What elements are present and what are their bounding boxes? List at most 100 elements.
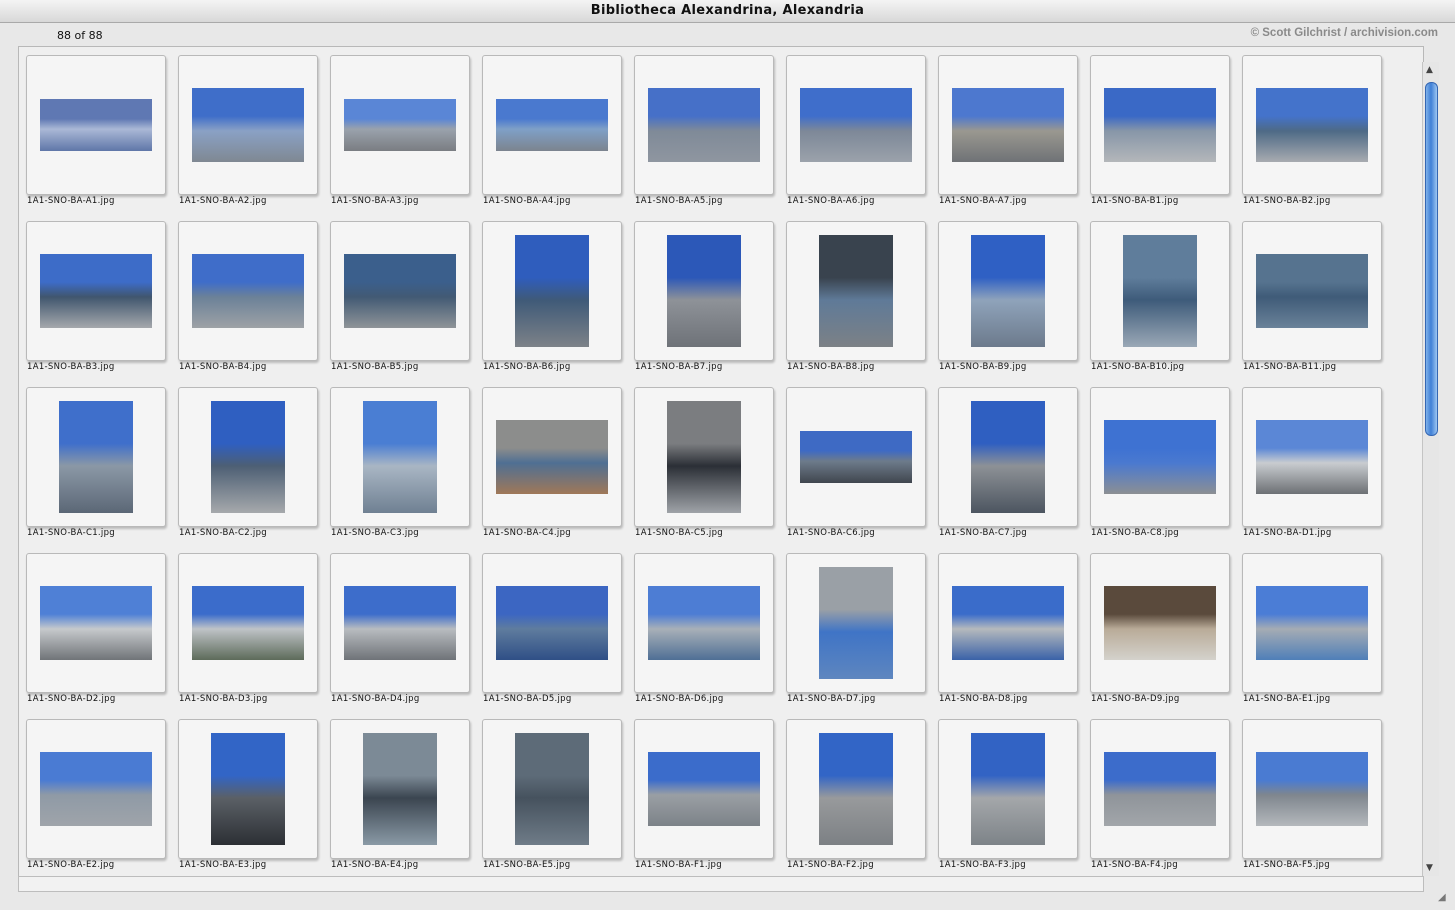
slide-frame[interactable] bbox=[1090, 553, 1230, 693]
thumbnail-cell[interactable]: 1A1-SNO-BA-A4.jpg bbox=[476, 48, 624, 208]
slide-frame[interactable] bbox=[482, 221, 622, 361]
thumbnail-cell[interactable]: 1A1-SNO-BA-B6.jpg bbox=[476, 214, 624, 374]
thumbnail-image[interactable] bbox=[819, 733, 893, 845]
thumbnail-image[interactable] bbox=[1256, 752, 1368, 826]
thumbnail-image[interactable] bbox=[344, 254, 456, 328]
thumbnail-cell[interactable]: 1A1-SNO-BA-E3.jpg bbox=[172, 712, 320, 872]
slide-frame[interactable] bbox=[178, 55, 318, 195]
thumbnail-image[interactable] bbox=[59, 401, 133, 513]
slide-frame[interactable] bbox=[482, 55, 622, 195]
slide-frame[interactable] bbox=[26, 387, 166, 527]
thumbnail-image[interactable] bbox=[1256, 254, 1368, 328]
thumbnail-cell[interactable]: 1A1-SNO-BA-F5.jpg bbox=[1236, 712, 1384, 872]
thumbnail-cell[interactable]: 1A1-SNO-BA-D9.jpg bbox=[1084, 546, 1232, 706]
slide-frame[interactable] bbox=[786, 719, 926, 859]
thumbnail-cell[interactable]: 1A1-SNO-BA-F1.jpg bbox=[628, 712, 776, 872]
thumbnail-image[interactable] bbox=[1104, 88, 1216, 162]
thumbnail-cell[interactable]: 1A1-SNO-BA-D3.jpg bbox=[172, 546, 320, 706]
thumbnail-image[interactable] bbox=[952, 586, 1064, 660]
thumbnail-image[interactable] bbox=[1256, 88, 1368, 162]
thumbnail-cell[interactable]: 1A1-SNO-BA-E5.jpg bbox=[476, 712, 624, 872]
thumbnail-cell[interactable]: 1A1-SNO-BA-C5.jpg bbox=[628, 380, 776, 540]
slide-frame[interactable] bbox=[634, 387, 774, 527]
thumbnail-image[interactable] bbox=[496, 586, 608, 660]
slide-frame[interactable] bbox=[330, 221, 470, 361]
slide-frame[interactable] bbox=[178, 387, 318, 527]
thumbnail-image[interactable] bbox=[344, 586, 456, 660]
thumbnail-cell[interactable]: 1A1-SNO-BA-C7.jpg bbox=[932, 380, 1080, 540]
slide-frame[interactable] bbox=[1090, 55, 1230, 195]
thumbnail-image[interactable] bbox=[40, 752, 152, 826]
slide-frame[interactable] bbox=[1242, 55, 1382, 195]
thumbnail-cell[interactable]: 1A1-SNO-BA-F2.jpg bbox=[780, 712, 928, 872]
slide-frame[interactable] bbox=[330, 719, 470, 859]
thumbnail-cell[interactable]: 1A1-SNO-BA-B7.jpg bbox=[628, 214, 776, 374]
slide-frame[interactable] bbox=[330, 55, 470, 195]
thumbnail-cell[interactable]: 1A1-SNO-BA-C1.jpg bbox=[20, 380, 168, 540]
slide-frame[interactable] bbox=[938, 387, 1078, 527]
thumbnail-viewport[interactable]: 1A1-SNO-BA-A1.jpg 1A1-SNO-BA-A2.jpg 1A1-SN… bbox=[18, 46, 1424, 878]
thumbnail-image[interactable] bbox=[648, 752, 760, 826]
thumbnail-cell[interactable]: 1A1-SNO-BA-D2.jpg bbox=[20, 546, 168, 706]
thumbnail-cell[interactable]: 1A1-SNO-BA-C3.jpg bbox=[324, 380, 472, 540]
slide-frame[interactable] bbox=[938, 55, 1078, 195]
thumbnail-image[interactable] bbox=[40, 586, 152, 660]
scrollbar-thumb[interactable] bbox=[1425, 82, 1438, 436]
resize-grip-icon[interactable]: ◢ bbox=[1438, 892, 1452, 906]
horizontal-scrollbar[interactable] bbox=[18, 876, 1424, 892]
thumbnail-cell[interactable]: 1A1-SNO-BA-A1.jpg bbox=[20, 48, 168, 208]
thumbnail-image[interactable] bbox=[211, 401, 285, 513]
slide-frame[interactable] bbox=[786, 553, 926, 693]
thumbnail-image[interactable] bbox=[496, 99, 608, 151]
slide-frame[interactable] bbox=[330, 387, 470, 527]
thumbnail-cell[interactable]: 1A1-SNO-BA-A2.jpg bbox=[172, 48, 320, 208]
slide-frame[interactable] bbox=[938, 221, 1078, 361]
thumbnail-image[interactable] bbox=[1256, 420, 1368, 494]
thumbnail-image[interactable] bbox=[363, 733, 437, 845]
slide-frame[interactable] bbox=[1090, 387, 1230, 527]
thumbnail-cell[interactable]: 1A1-SNO-BA-D8.jpg bbox=[932, 546, 1080, 706]
slide-frame[interactable] bbox=[938, 553, 1078, 693]
scroll-down-arrow-icon[interactable]: ▼ bbox=[1426, 863, 1433, 873]
thumbnail-cell[interactable]: 1A1-SNO-BA-B4.jpg bbox=[172, 214, 320, 374]
slide-frame[interactable] bbox=[634, 55, 774, 195]
thumbnail-cell[interactable]: 1A1-SNO-BA-D4.jpg bbox=[324, 546, 472, 706]
slide-frame[interactable] bbox=[1242, 719, 1382, 859]
thumbnail-cell[interactable]: 1A1-SNO-BA-F3.jpg bbox=[932, 712, 1080, 872]
thumbnail-cell[interactable]: 1A1-SNO-BA-D6.jpg bbox=[628, 546, 776, 706]
thumbnail-image[interactable] bbox=[192, 254, 304, 328]
slide-frame[interactable] bbox=[938, 719, 1078, 859]
thumbnail-cell[interactable]: 1A1-SNO-BA-C4.jpg bbox=[476, 380, 624, 540]
thumbnail-image[interactable] bbox=[800, 88, 912, 162]
thumbnail-image[interactable] bbox=[344, 99, 456, 151]
slide-frame[interactable] bbox=[178, 719, 318, 859]
thumbnail-cell[interactable]: 1A1-SNO-BA-A3.jpg bbox=[324, 48, 472, 208]
thumbnail-cell[interactable]: 1A1-SNO-BA-B11.jpg bbox=[1236, 214, 1384, 374]
thumbnail-image[interactable] bbox=[363, 401, 437, 513]
thumbnail-image[interactable] bbox=[1104, 752, 1216, 826]
thumbnail-cell[interactable]: 1A1-SNO-BA-B3.jpg bbox=[20, 214, 168, 374]
thumbnail-cell[interactable]: 1A1-SNO-BA-B9.jpg bbox=[932, 214, 1080, 374]
thumbnail-cell[interactable]: 1A1-SNO-BA-D7.jpg bbox=[780, 546, 928, 706]
vertical-scrollbar[interactable]: ▲ ▼ bbox=[1422, 62, 1439, 876]
slide-frame[interactable] bbox=[482, 387, 622, 527]
thumbnail-cell[interactable]: 1A1-SNO-BA-E4.jpg bbox=[324, 712, 472, 872]
slide-frame[interactable] bbox=[178, 221, 318, 361]
slide-frame[interactable] bbox=[786, 55, 926, 195]
thumbnail-cell[interactable]: 1A1-SNO-BA-E1.jpg bbox=[1236, 546, 1384, 706]
slide-frame[interactable] bbox=[1090, 719, 1230, 859]
thumbnail-cell[interactable]: 1A1-SNO-BA-F4.jpg bbox=[1084, 712, 1232, 872]
thumbnail-cell[interactable]: 1A1-SNO-BA-C8.jpg bbox=[1084, 380, 1232, 540]
slide-frame[interactable] bbox=[26, 221, 166, 361]
slide-frame[interactable] bbox=[634, 553, 774, 693]
thumbnail-image[interactable] bbox=[496, 420, 608, 494]
slide-frame[interactable] bbox=[26, 55, 166, 195]
slide-frame[interactable] bbox=[482, 553, 622, 693]
thumbnail-image[interactable] bbox=[1256, 586, 1368, 660]
thumbnail-cell[interactable]: 1A1-SNO-BA-C2.jpg bbox=[172, 380, 320, 540]
thumbnail-cell[interactable]: 1A1-SNO-BA-C6.jpg bbox=[780, 380, 928, 540]
thumbnail-image[interactable] bbox=[971, 235, 1045, 347]
slide-frame[interactable] bbox=[482, 719, 622, 859]
thumbnail-cell[interactable]: 1A1-SNO-BA-D5.jpg bbox=[476, 546, 624, 706]
thumbnail-cell[interactable]: 1A1-SNO-BA-D1.jpg bbox=[1236, 380, 1384, 540]
